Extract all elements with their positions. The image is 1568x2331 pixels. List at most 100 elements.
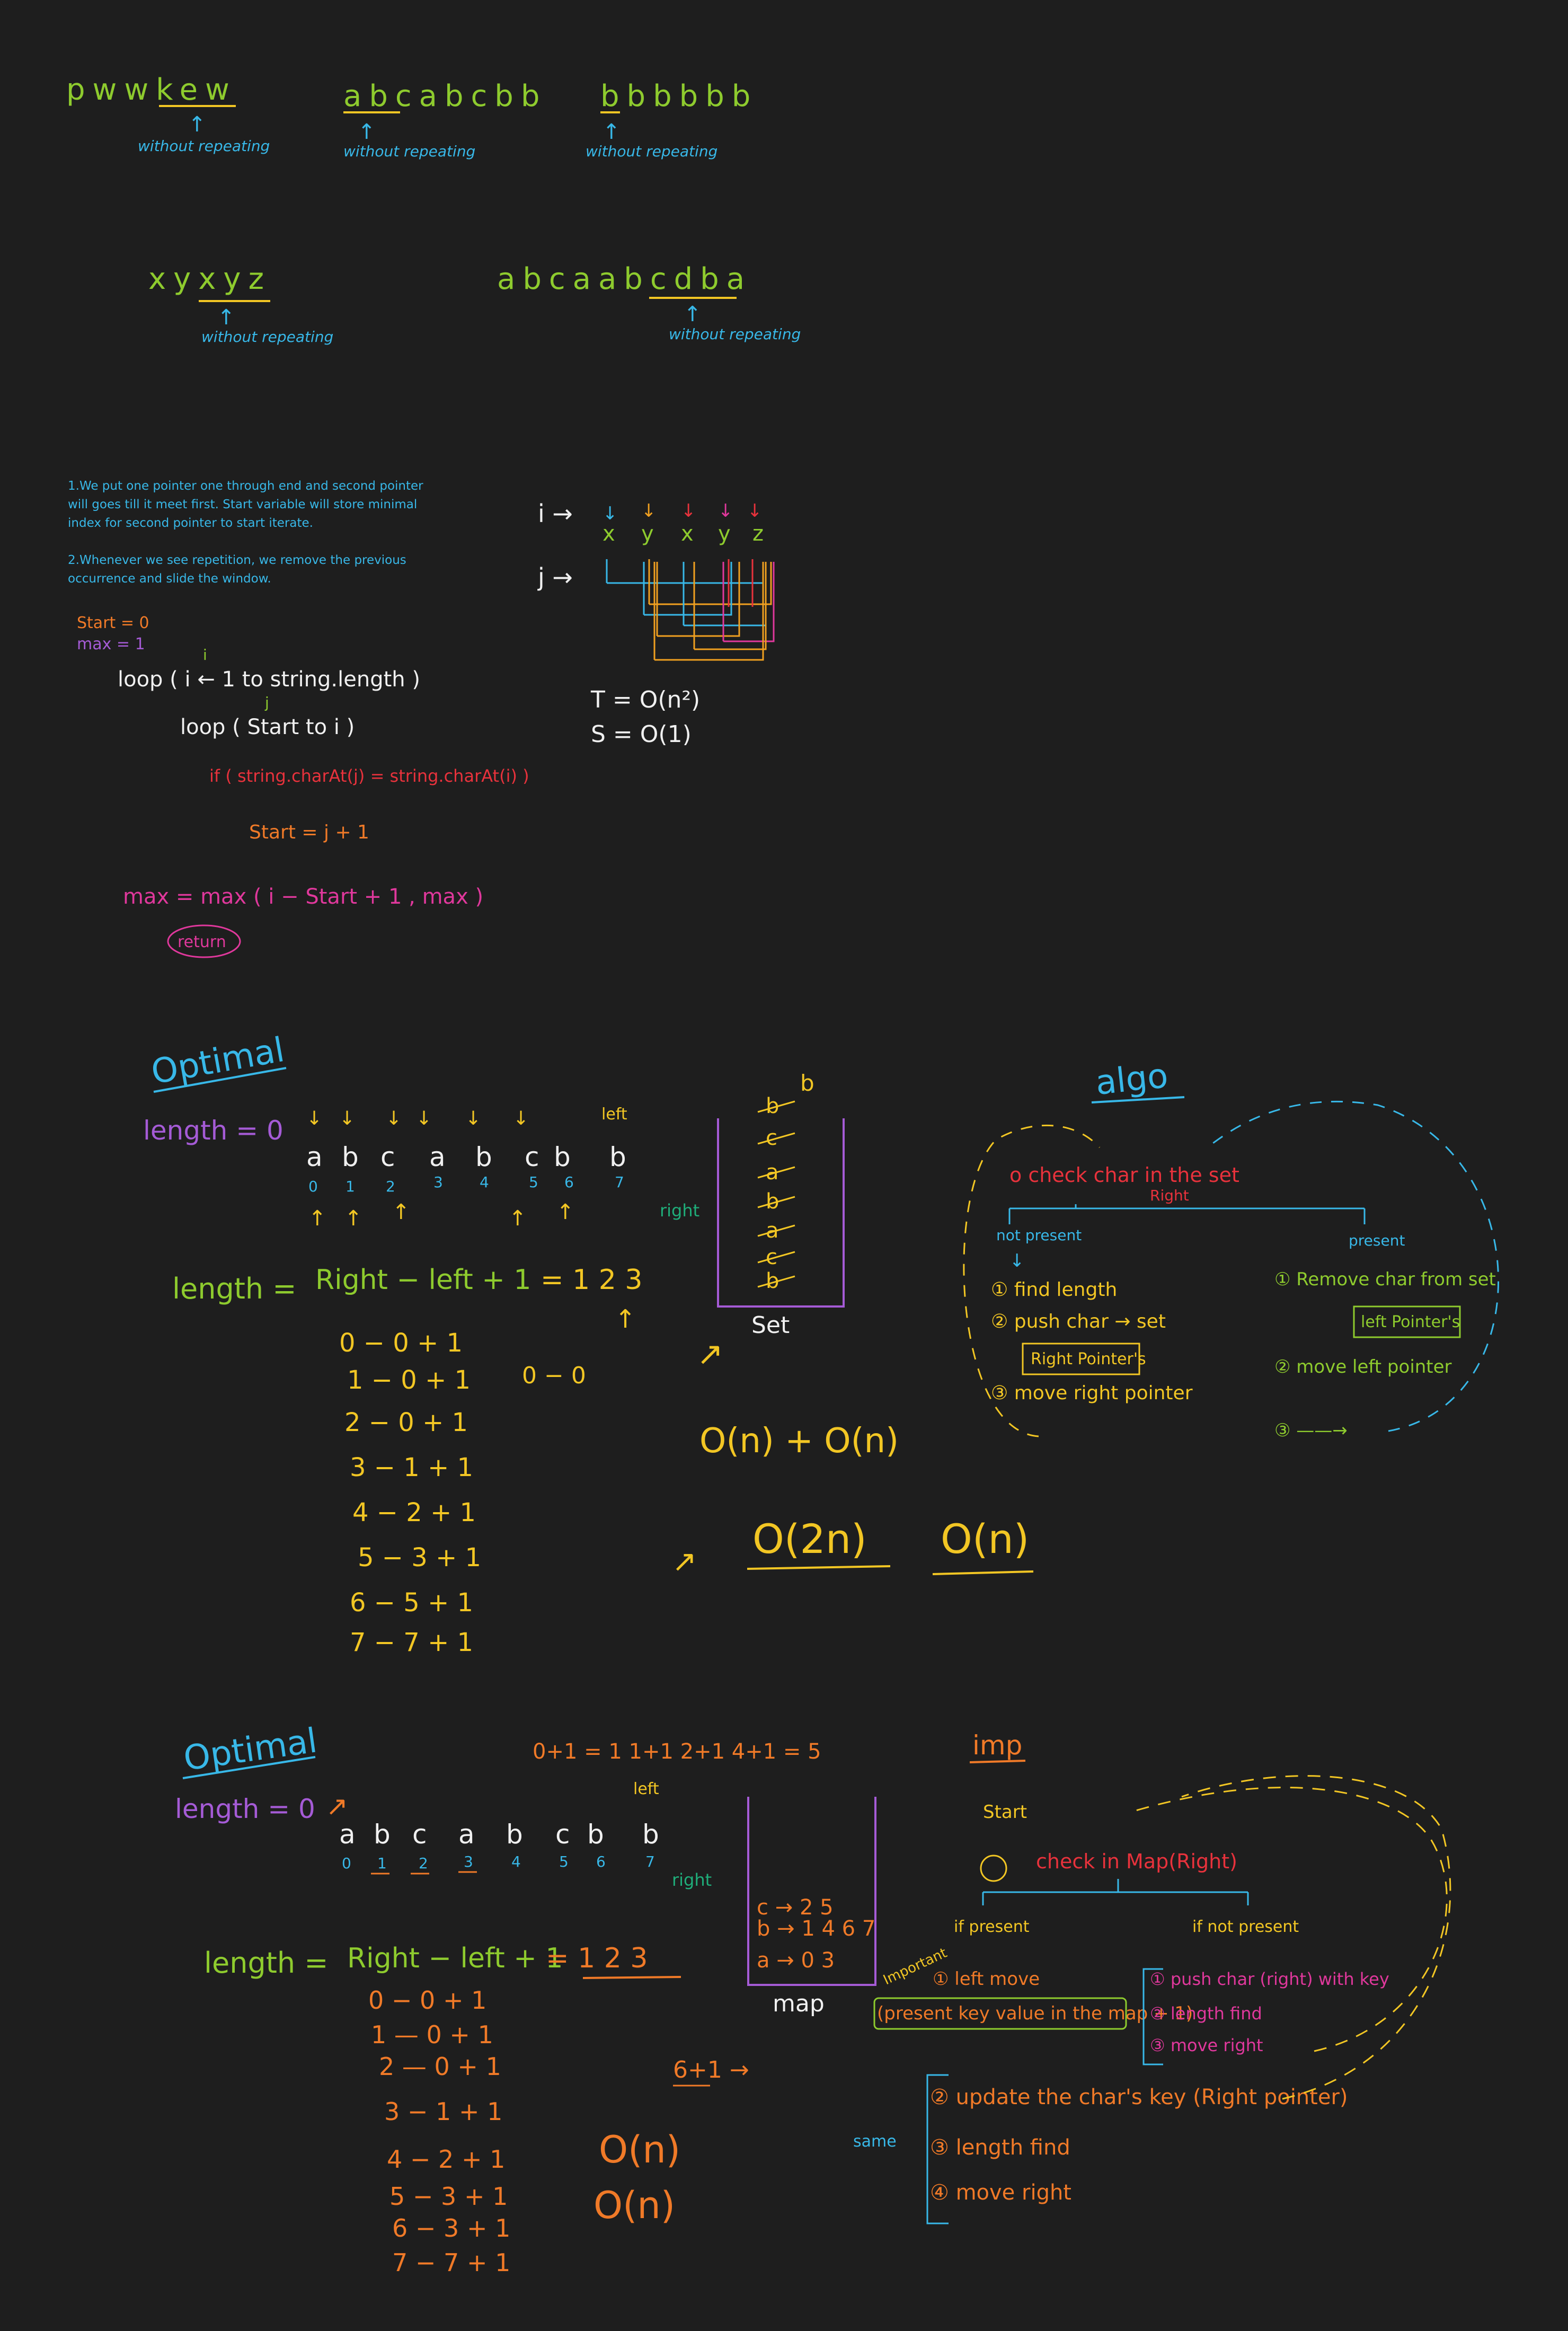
right-label: right <box>672 1870 712 1890</box>
index: 7 <box>615 1173 624 1191</box>
letter: b <box>374 1819 391 1850</box>
letter: b <box>642 1819 659 1850</box>
examples-section: pwwkew ↑ without repeating abcabcbb ↑ wi… <box>66 73 801 346</box>
down-arrow-icon: ↓ <box>465 1108 481 1129</box>
max-update: max = max ( i − Start + 1 , max ) <box>123 885 483 909</box>
algo-title: algo <box>1094 1056 1170 1103</box>
trace-bracket-lines <box>606 559 775 661</box>
down-arrow-icon: ↓ <box>718 500 733 522</box>
formula: Right − left + 1 <box>347 1942 563 1974</box>
length-row: 2 — 0 + 1 <box>379 2052 501 2081</box>
up-arrow-icon: ↑ <box>344 1206 362 1231</box>
length-row: 5 − 3 + 1 <box>389 2182 508 2211</box>
up-arrow-icon: ↑ <box>188 112 206 137</box>
caption: without repeating <box>138 137 270 155</box>
p-step: ③ ——→ <box>1274 1420 1348 1441</box>
p-step: ① left move <box>933 1968 1040 1990</box>
index: 0 <box>308 1178 318 1195</box>
down-arrow-icon: ↓ <box>603 503 618 524</box>
length-row: 2 − 0 + 1 <box>344 1408 468 1437</box>
loop-back-dashes <box>1210 1100 1500 1432</box>
present-steps: ① Remove char from set ② move left point… <box>1274 1269 1496 1441</box>
space-complexity: S = O(1) <box>591 721 692 748</box>
if-not-present-label: if not present <box>1192 1918 1299 1936</box>
length-rows: 0 − 0 + 1 1 — 0 + 1 2 — 0 + 1 3 − 1 + 1 … <box>368 1986 510 2277</box>
down-arrow-icon: ↓ <box>416 1108 432 1129</box>
loop-outer: loop ( i ← 1 to string.length ) <box>118 667 420 692</box>
index: 0 <box>342 1855 351 1872</box>
whiteboard-canvas: pwwkew ↑ without repeating abcabcbb ↑ wi… <box>66 73 1500 2277</box>
np-step: ③ move right <box>1150 2035 1263 2055</box>
np-box-label: Right Pointer's <box>1031 1350 1146 1368</box>
trace-letter: x <box>681 522 694 546</box>
complexity-2n: O(2n) <box>752 1515 867 1562</box>
up-arrow-icon: ↑ <box>358 120 376 144</box>
start-label: Start <box>983 1802 1027 1823</box>
index: 1 <box>377 1855 387 1872</box>
letter: c <box>412 1819 427 1850</box>
letter: c <box>380 1142 395 1172</box>
formula-result: = 1 2 3 <box>541 1264 642 1296</box>
length-row: 7 − 7 + 1 <box>392 2248 510 2277</box>
right-arrow-icon: ↗ <box>326 1791 348 1822</box>
letter: c <box>555 1819 570 1850</box>
set-container <box>717 1118 845 1308</box>
np-step: ② push char → set <box>991 1311 1166 1332</box>
length-init: length = 0 <box>175 1794 315 1824</box>
right-label: right <box>660 1200 699 1221</box>
up-arrow-icon: ↑ <box>392 1200 410 1224</box>
up-arrow-icon: ↑ <box>615 1304 636 1334</box>
not-present-label: not present <box>996 1226 1082 1244</box>
letter: b <box>506 1819 523 1850</box>
caption: without repeating <box>669 325 801 343</box>
down-arrow-icon: ↓ <box>641 500 657 522</box>
down-arrow-icon: ↓ <box>747 500 763 522</box>
string-indices: 0 1 2 3 4 5 6 7 <box>308 1173 624 1195</box>
not-present-steps: ① push char (right) with key ② length fi… <box>1150 1969 1389 2055</box>
letter: b <box>342 1142 359 1172</box>
length-row: 1 − 0 + 1 <box>347 1365 471 1395</box>
down-arrow-icon: ↓ <box>306 1108 322 1129</box>
section-title: Optimal <box>148 1030 287 1092</box>
index: 3 <box>464 1853 473 1870</box>
branch-lines <box>1008 1204 1366 1224</box>
complexity-n: O(n) <box>941 1515 1029 1562</box>
time-complexity: T = O(n²) <box>590 686 700 713</box>
length-init: length = 0 <box>143 1115 284 1146</box>
top-sum: 0+1 = 1 1+1 2+1 4+1 = 5 <box>533 1740 821 1764</box>
letter: a <box>429 1142 446 1172</box>
letter: a <box>306 1142 323 1172</box>
example-string: abcaabcdba <box>497 262 752 296</box>
side-calc: 6+1 → <box>673 2056 749 2083</box>
formula-label: length = <box>172 1272 297 1305</box>
complexity-n: O(n) <box>599 2128 680 2171</box>
check-step: o check char in the set <box>1009 1163 1239 1187</box>
j-pointer-label: j → <box>537 563 573 591</box>
length-rows: 0 − 0 + 1 1 − 0 + 1 2 − 0 + 1 3 − 1 + 1 … <box>339 1328 481 1657</box>
example-string: xyxyz <box>148 262 271 296</box>
length-row: 6 − 5 + 1 <box>350 1588 473 1618</box>
caption: without repeating <box>201 328 333 346</box>
index: 5 <box>529 1173 538 1191</box>
index: 4 <box>480 1173 489 1191</box>
np-step: ② length find <box>1150 2003 1262 2024</box>
length-row: 3 − 1 + 1 <box>350 1453 473 1482</box>
up-arrow-icon: ↑ <box>556 1200 574 1224</box>
optimal-map-section: Optimal length = 0 0+1 = 1 1+1 2+1 4+1 =… <box>175 1721 1451 2277</box>
caption: without repeating <box>343 143 475 160</box>
start-update: Start = j + 1 <box>249 822 369 843</box>
index: 2 <box>386 1178 395 1195</box>
p-step: ② move left pointer <box>1274 1356 1452 1378</box>
brute-force-section: 1.We put one pointer one through end and… <box>68 479 775 958</box>
same-steps: ② update the char's key (Right pointer) … <box>930 2085 1348 2205</box>
left-label: left <box>601 1105 627 1124</box>
i-pointer-label: i → <box>538 499 573 528</box>
example-string: bbbbbb <box>600 79 758 113</box>
letter: c <box>525 1142 539 1172</box>
window-arrows: ↓ ↓ ↓ ↓ ↓ ↓ <box>306 1108 529 1129</box>
set-label: Set <box>751 1312 790 1339</box>
same-step: ③ length find <box>930 2135 1070 2160</box>
length-row: 7 − 7 + 1 <box>350 1628 473 1657</box>
string-indices: 0 1 2 3 4 5 6 7 <box>342 1853 655 1872</box>
trace-letter: y <box>718 522 731 546</box>
